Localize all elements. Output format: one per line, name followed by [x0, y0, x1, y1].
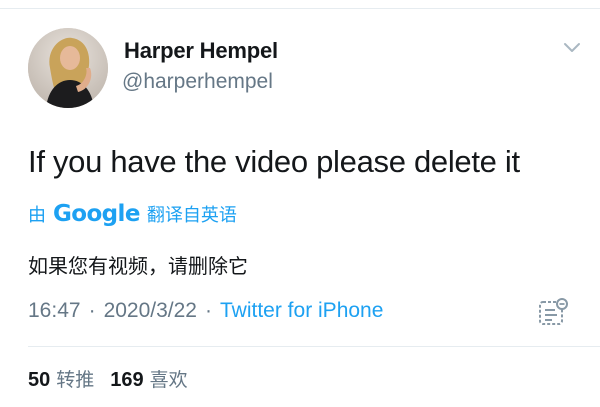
avatar[interactable]	[28, 28, 108, 108]
analytics-icon[interactable]	[538, 296, 570, 328]
chevron-down-icon[interactable]	[563, 40, 581, 54]
translate-link[interactable]: 由 Google 翻译自英语	[28, 198, 237, 230]
author-handle[interactable]: @harperhempel	[122, 70, 273, 94]
tweet-text: If you have the video please delete it	[28, 144, 520, 179]
retweet-count: 50	[28, 369, 51, 391]
like-stat[interactable]: 169 喜欢	[110, 365, 187, 392]
google-logo: Google	[53, 201, 140, 227]
meta-separator: ·	[88, 299, 96, 322]
meta-separator: ·	[205, 299, 212, 322]
like-label: 喜欢	[149, 369, 188, 391]
like-count: 169	[110, 369, 144, 391]
tweet-date[interactable]: 2020/3/22	[104, 299, 197, 323]
translated-text: 如果您有视频，请删除它	[28, 254, 248, 278]
author-name[interactable]: Harper Hempel	[124, 38, 278, 64]
top-divider	[0, 8, 600, 9]
tweet-source-link[interactable]: Twitter for iPhone	[220, 299, 383, 323]
tweet-stats: 50 转推 169 喜欢	[28, 365, 204, 392]
stats-divider	[28, 346, 600, 347]
tweet-card: Harper Hempel @harperhempel If you have …	[0, 0, 600, 407]
tweet-time[interactable]: 16:47	[28, 299, 81, 323]
retweet-stat[interactable]: 50 转推	[28, 365, 94, 392]
translate-prefix: 由	[28, 205, 46, 226]
translate-suffix: 翻译自英语	[146, 205, 237, 226]
retweet-label: 转推	[56, 369, 95, 391]
tweet-meta: 16:47 · 2020/3/22 · Twitter for iPhone	[28, 299, 383, 323]
avatar-image	[28, 28, 108, 108]
